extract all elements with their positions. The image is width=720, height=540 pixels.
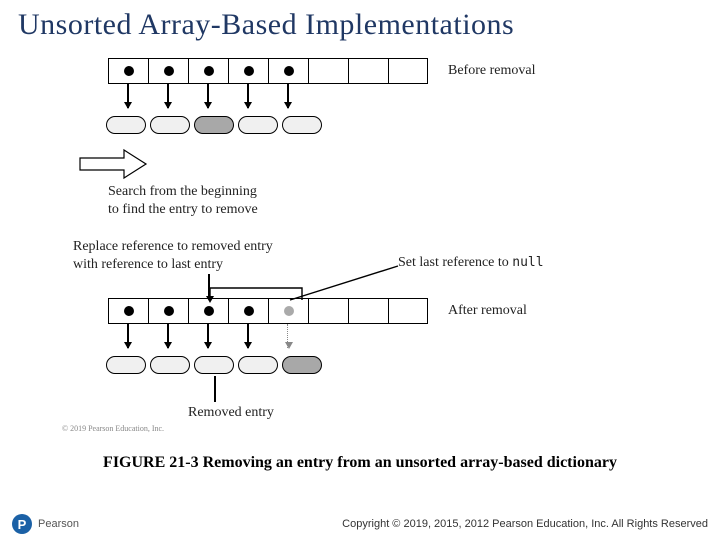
label-set-null: Set last reference to null bbox=[398, 254, 544, 272]
arrows-after bbox=[108, 324, 308, 348]
label-after-removal: After removal bbox=[448, 302, 527, 320]
label-search: Search from the beginningto find the ent… bbox=[108, 183, 258, 218]
footer: P Pearson Copyright © 2019, 2015, 2012 P… bbox=[0, 514, 720, 534]
array-before bbox=[108, 58, 428, 84]
brand-name: Pearson bbox=[38, 518, 79, 530]
page-title: Unsorted Array-Based Implementations bbox=[18, 8, 702, 42]
pearson-logo-icon: P bbox=[12, 514, 32, 534]
removed-entry-pill bbox=[282, 356, 322, 374]
entries-after bbox=[106, 356, 322, 374]
label-replace: Replace reference to removed entrywith r… bbox=[73, 238, 273, 273]
diagram: Before removal Search from the beginning… bbox=[18, 48, 698, 458]
entry-to-remove bbox=[194, 116, 234, 134]
label-before-removal: Before removal bbox=[448, 62, 535, 80]
image-copyright: © 2019 Pearson Education, Inc. bbox=[62, 424, 164, 434]
copyright-text: Copyright © 2019, 2015, 2012 Pearson Edu… bbox=[342, 518, 708, 530]
entries-before bbox=[106, 116, 322, 134]
leader-removed bbox=[214, 376, 216, 402]
null-slot bbox=[284, 306, 294, 316]
search-arrow-icon bbox=[78, 148, 148, 180]
dotted-arrow-icon bbox=[287, 324, 289, 348]
label-removed-entry: Removed entry bbox=[188, 404, 274, 422]
move-bracket bbox=[198, 280, 318, 306]
arrows-before bbox=[108, 84, 308, 108]
